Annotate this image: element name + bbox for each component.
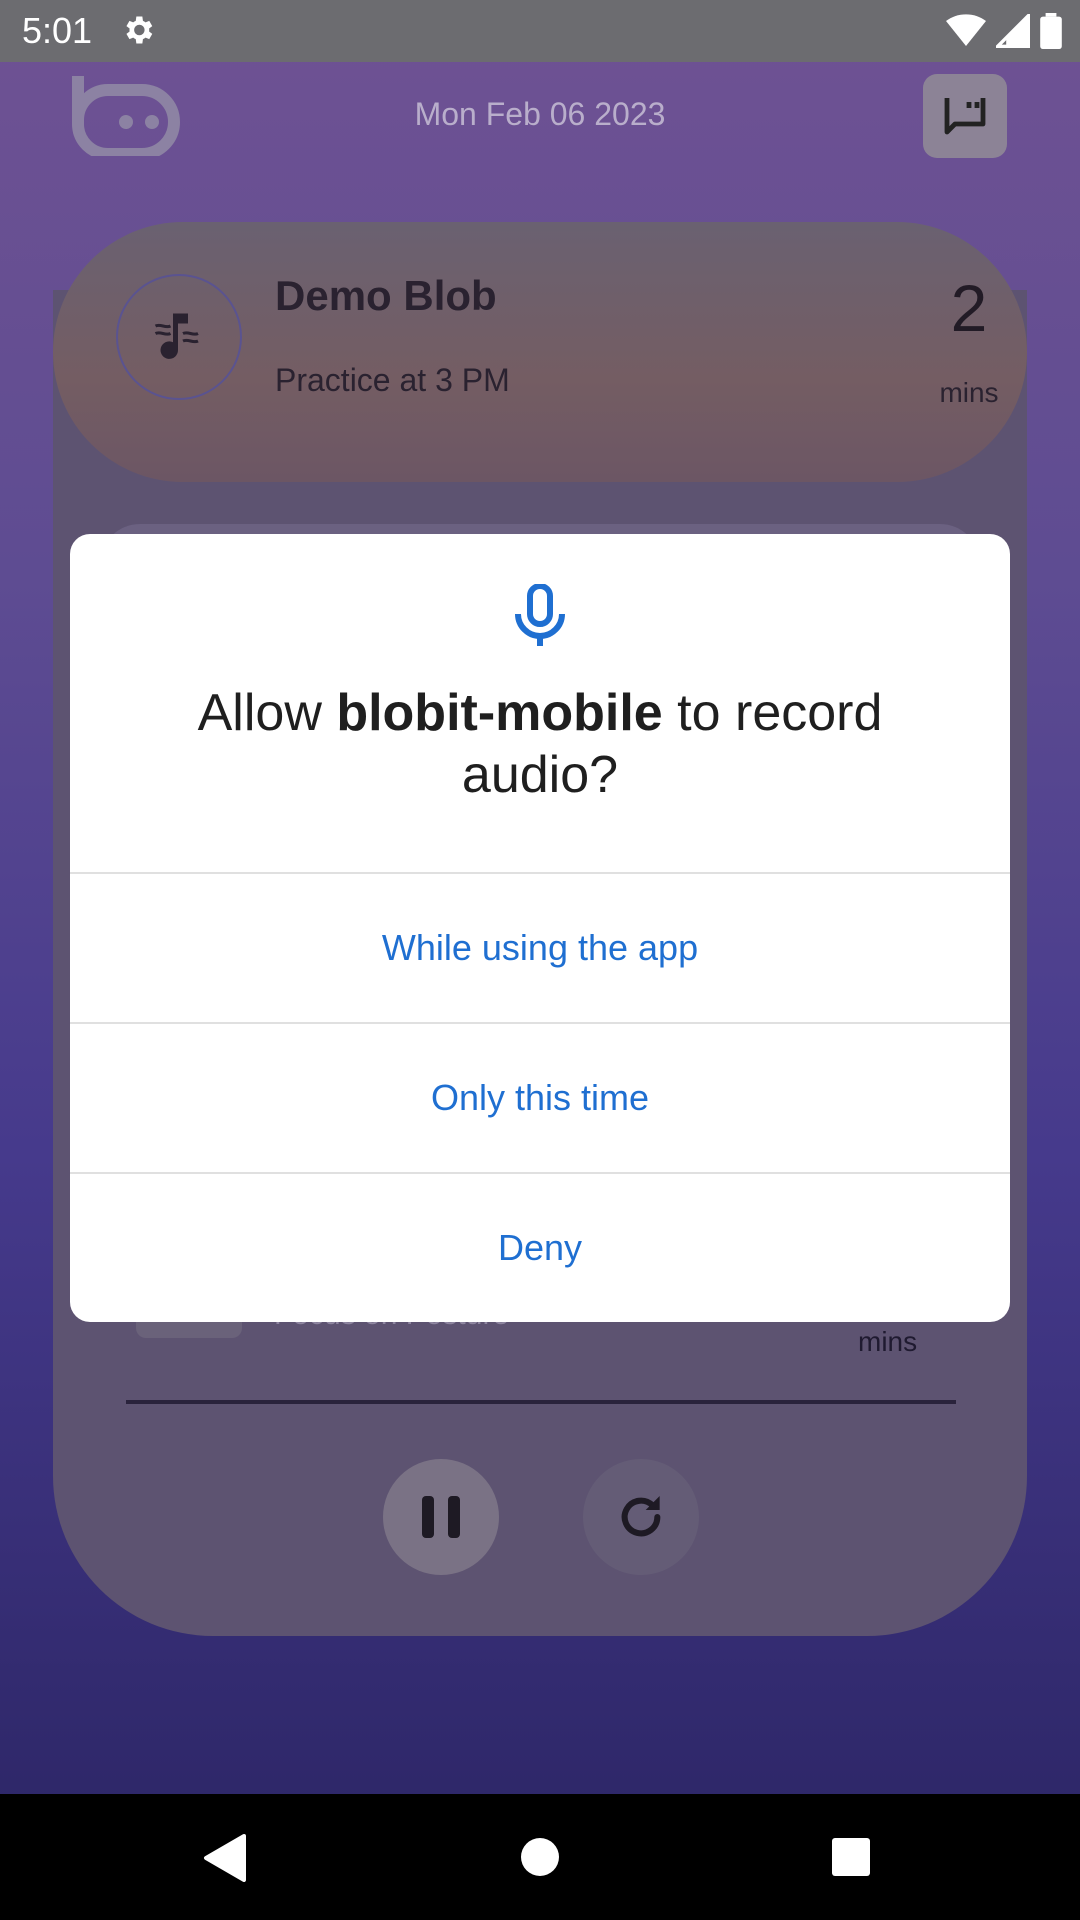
date-label: Mon Feb 06 2023 (414, 96, 666, 132)
status-indicators (946, 13, 1062, 49)
pause-button[interactable] (383, 1459, 499, 1575)
feedback-button[interactable] (923, 74, 1007, 158)
navigation-bar (0, 1794, 1080, 1920)
dialog-title: Allow blobit-mobile to record audio? (130, 682, 950, 806)
dialog-app-name: blobit-mobile (336, 684, 663, 742)
wifi-icon (946, 14, 986, 46)
status-time: 5:01 (22, 10, 93, 51)
progress-bar (126, 1400, 956, 1404)
battery-icon (1040, 13, 1062, 49)
restart-icon (621, 1496, 661, 1537)
while-using-app-button[interactable]: While using the app (70, 874, 1010, 1022)
restart-button[interactable] (583, 1459, 699, 1575)
cell-signal-icon (996, 14, 1030, 48)
permission-dialog: Allow blobit-mobile to record audio? Whi… (70, 534, 1010, 1322)
deny-button[interactable]: Deny (70, 1174, 1010, 1322)
blob-subtitle: Practice at 3 PM (275, 362, 510, 398)
music-note-icon (116, 274, 242, 400)
pause-icon (422, 1496, 460, 1538)
microphone-icon (514, 583, 566, 653)
chat-bubble-icon (944, 98, 986, 135)
blob-title: Demo Blob (275, 272, 497, 319)
item-duration-unit: mins (858, 1326, 918, 1357)
app-header: Mon Feb 06 2023 (0, 62, 1080, 172)
blob-card[interactable]: Demo Blob Practice at 3 PM 2 mins (53, 222, 1027, 482)
blob-duration-unit: mins (939, 377, 999, 408)
back-icon[interactable] (202, 1834, 246, 1887)
only-this-time-button[interactable]: Only this time (70, 1024, 1010, 1172)
blob-duration-value: 2 (950, 271, 988, 345)
settings-gear-icon (120, 12, 156, 53)
home-icon[interactable] (521, 1838, 559, 1876)
recents-icon[interactable] (832, 1838, 870, 1876)
dialog-title-prefix: Allow (197, 684, 337, 742)
status-bar: 5:01 (0, 0, 1080, 62)
